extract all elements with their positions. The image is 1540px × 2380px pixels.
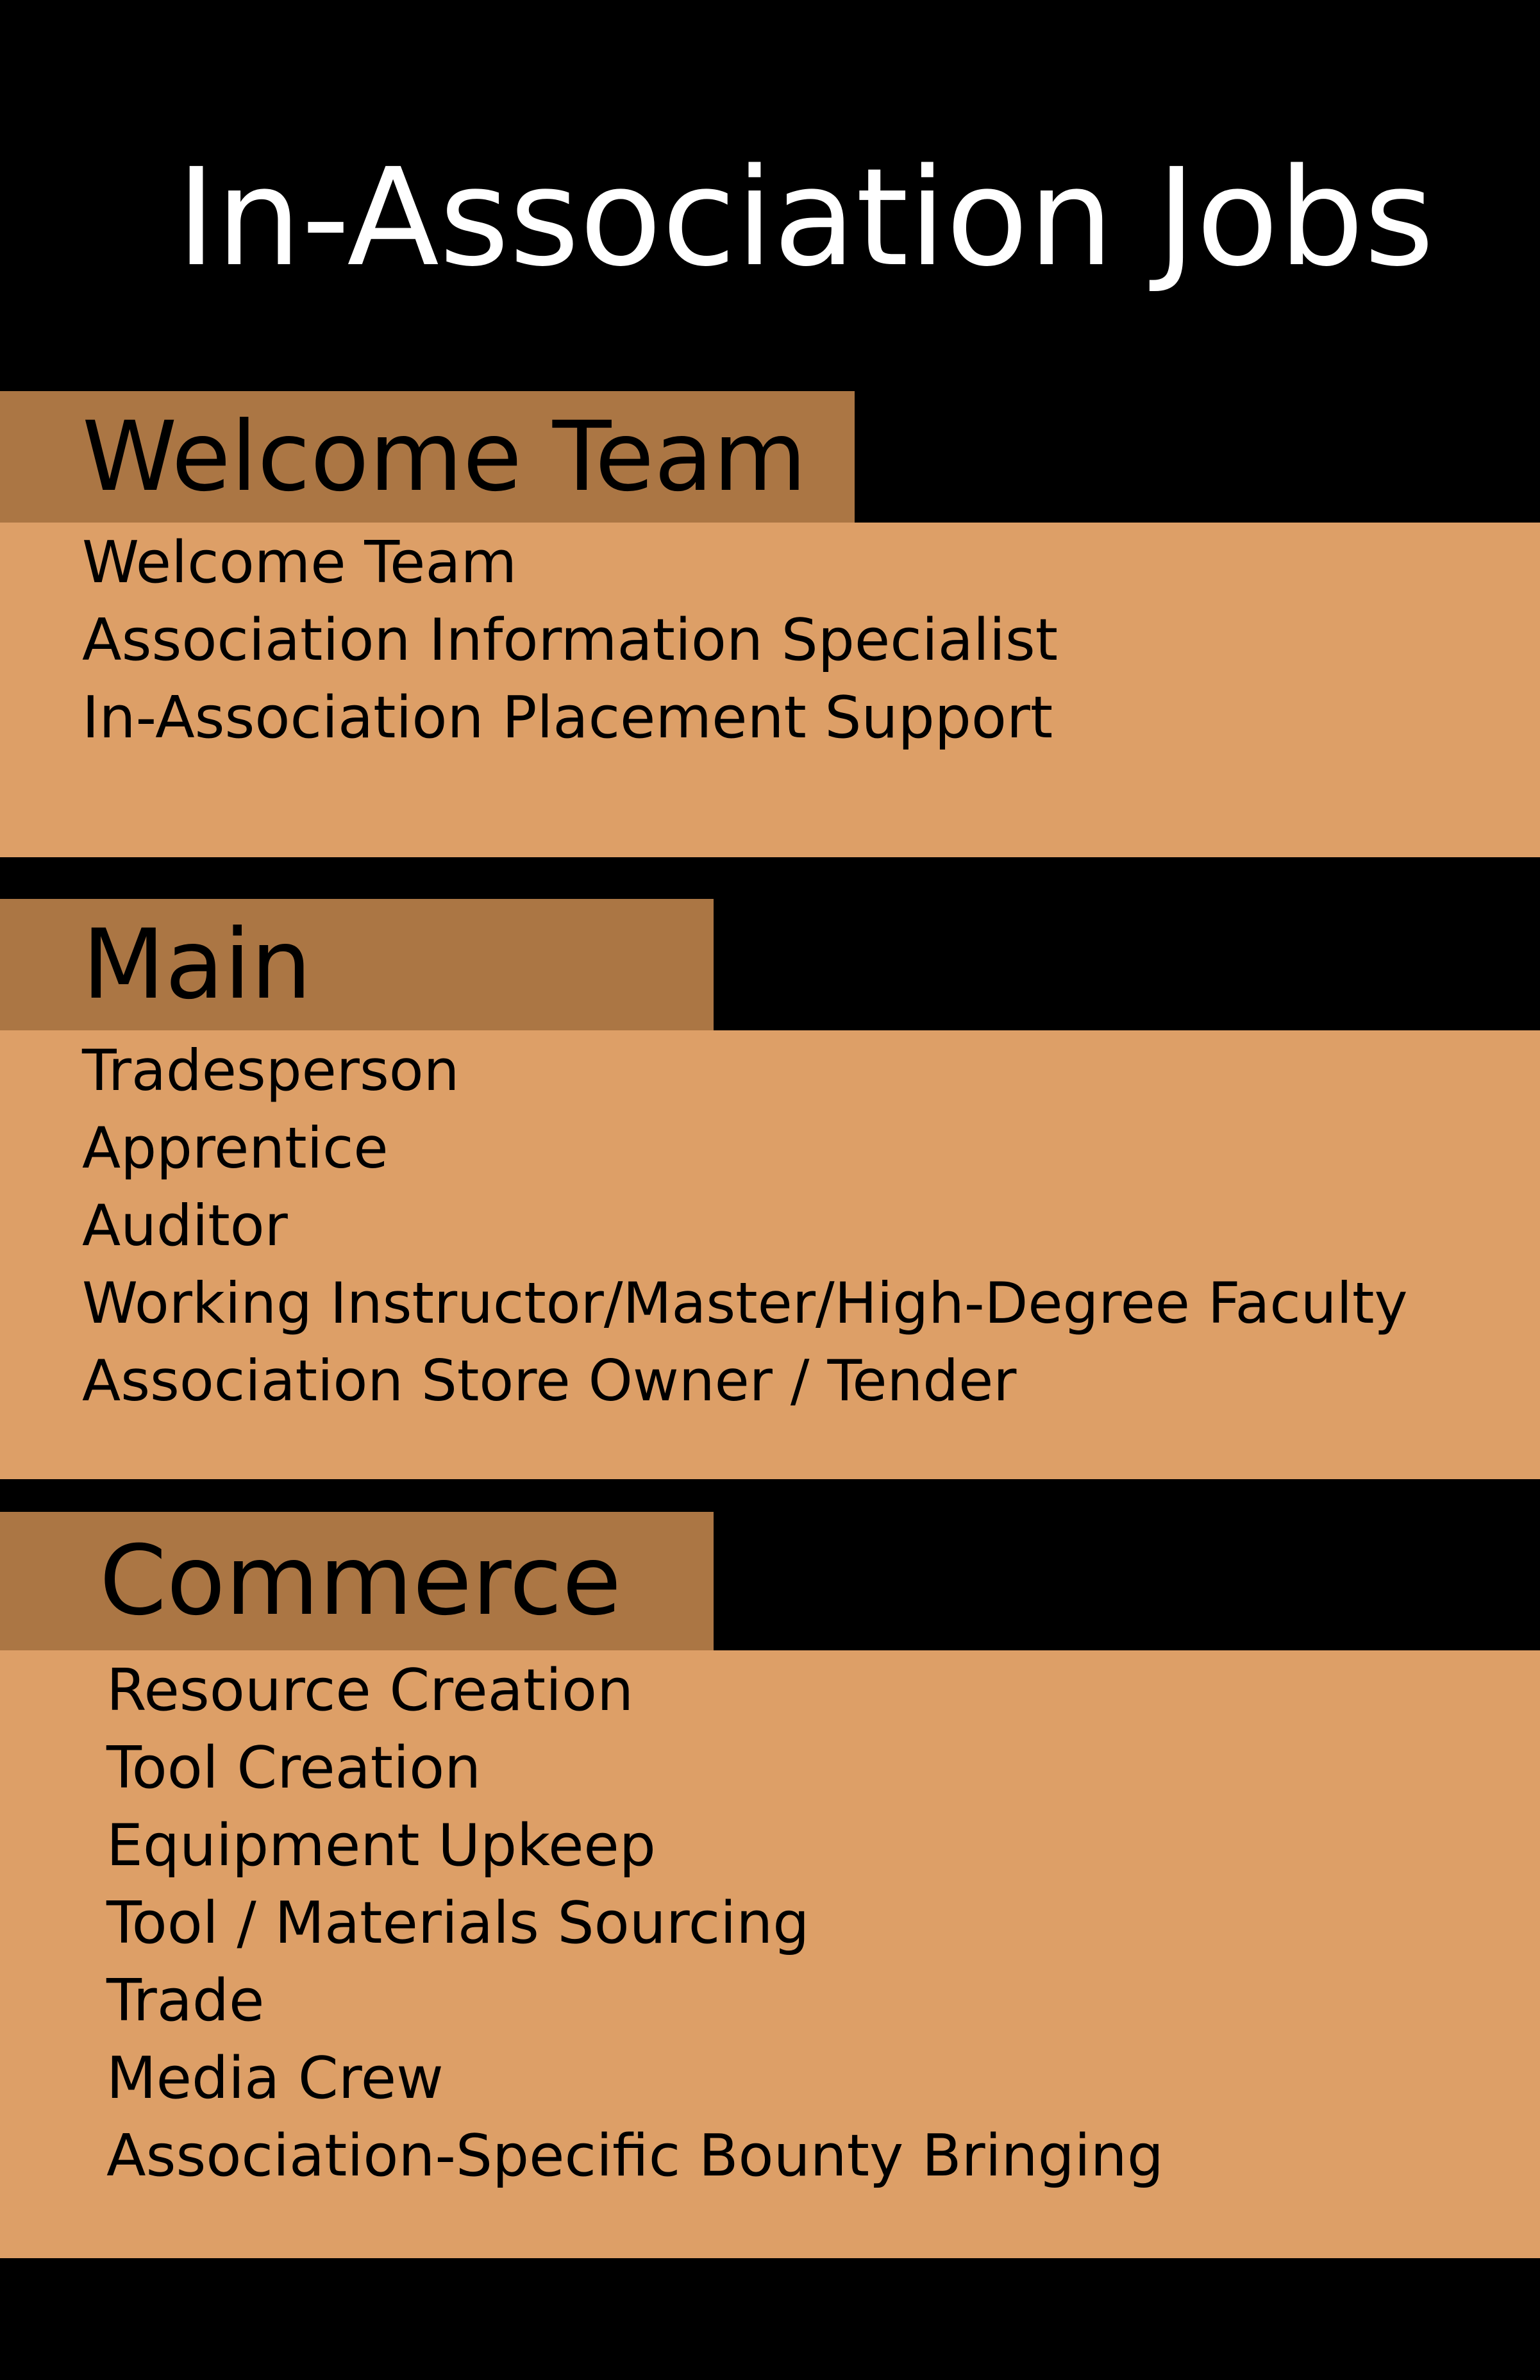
list-item: Media Crew bbox=[106, 2045, 444, 2112]
section-heading-label: Commerce bbox=[99, 1525, 622, 1637]
list-item: Equipment Upkeep bbox=[106, 1812, 656, 1879]
list-item: Association-Specific Bounty Bringing bbox=[106, 2122, 1164, 2190]
list-item: Working Instructor/Master/High-Degree Fa… bbox=[82, 1270, 1408, 1336]
list-item: Welcome Team bbox=[82, 529, 517, 596]
list-item: Resource Creation bbox=[106, 1657, 634, 1724]
list-item: Association Information Specialist bbox=[82, 607, 1059, 674]
page-title: In-Association Jobs bbox=[176, 139, 1434, 296]
section-heading-label: Main bbox=[82, 909, 312, 1021]
section-list-main: Tradesperson Apprentice Auditor Working … bbox=[0, 1030, 1540, 1479]
list-item: Association Store Owner / Tender bbox=[82, 1348, 1017, 1414]
section-heading-welcome-team: Welcome Team bbox=[0, 391, 855, 523]
list-item: Apprentice bbox=[82, 1115, 389, 1181]
list-item: In-Association Placement Support bbox=[82, 684, 1053, 751]
section-list-welcome-team: Welcome Team Association Information Spe… bbox=[0, 523, 1540, 857]
list-item: Tool Creation bbox=[106, 1734, 481, 1802]
list-item: Tool / Materials Sourcing bbox=[106, 1890, 810, 1957]
list-item: Trade bbox=[106, 1967, 265, 2034]
list-item: Tradesperson bbox=[82, 1037, 460, 1103]
section-heading-commerce: Commerce bbox=[0, 1512, 714, 1650]
section-list-commerce: Resource Creation Tool Creation Equipmen… bbox=[0, 1650, 1540, 2258]
section-heading-label: Welcome Team bbox=[82, 401, 807, 513]
list-item: Auditor bbox=[82, 1193, 288, 1259]
section-heading-main: Main bbox=[0, 899, 714, 1030]
